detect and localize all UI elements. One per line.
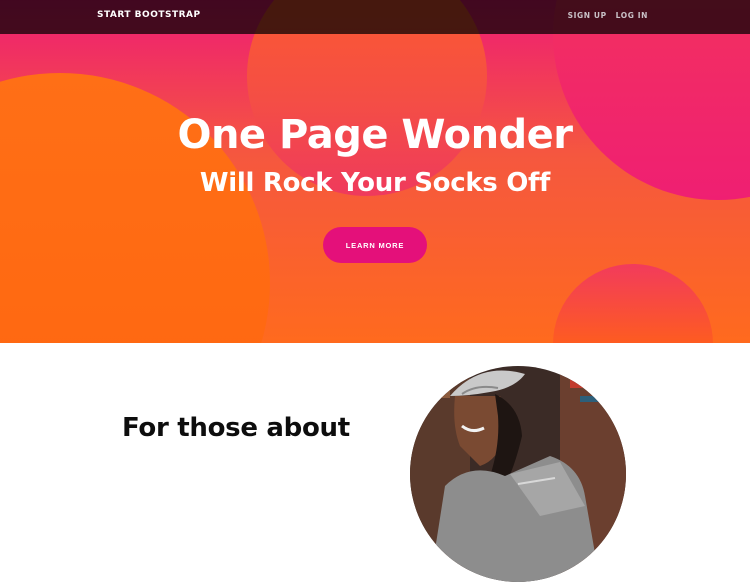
hero-subheadline: Will Rock Your Socks Off	[199, 168, 551, 198]
hero-headline: One Page Wonder	[177, 112, 573, 158]
learn-more-button[interactable]: LEARN MORE	[323, 227, 427, 263]
section-heading: For those about	[122, 413, 350, 443]
woman-photo-illustration	[410, 366, 626, 582]
sign-up-link[interactable]: SIGN UP	[568, 11, 607, 20]
hero-section: One Page Wonder Will Rock Your Socks Off…	[0, 0, 750, 343]
nav-links: SIGN UP LOG IN	[568, 11, 648, 20]
feature-photo	[410, 366, 626, 582]
hero-content: One Page Wonder Will Rock Your Socks Off…	[0, 0, 750, 343]
brand-link[interactable]: START BOOTSTRAP	[97, 10, 201, 20]
navbar: START BOOTSTRAP SIGN UP LOG IN	[0, 0, 750, 34]
log-in-link[interactable]: LOG IN	[616, 11, 648, 20]
